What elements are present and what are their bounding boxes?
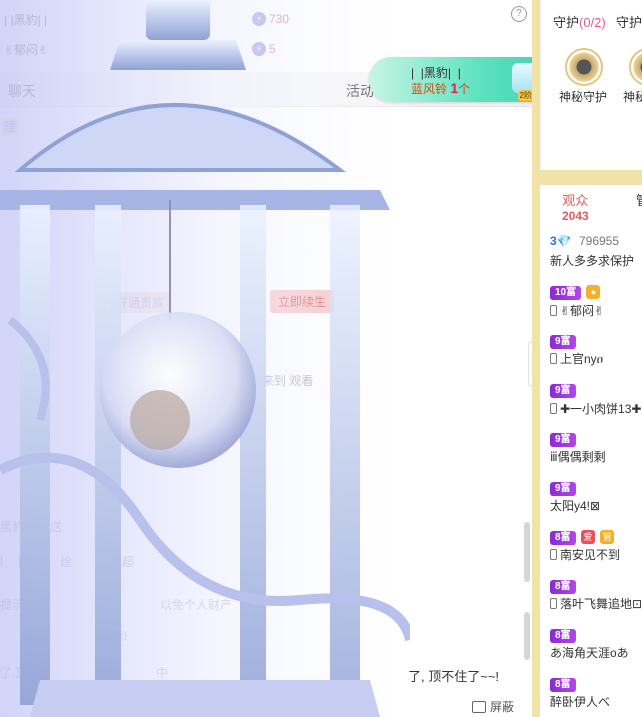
- scrollbar-thumb[interactable]: [524, 522, 530, 582]
- viewer-badges: 9富: [550, 382, 576, 398]
- viewer-badges: 8富 爱 管: [550, 529, 615, 545]
- chat-line: 送: [50, 520, 63, 534]
- rank-name: ✌郁闷✌: [4, 42, 49, 57]
- rank-value: 5: [269, 42, 276, 56]
- viewer-badges: 8富: [550, 627, 576, 643]
- chat-line: |的: [18, 555, 34, 569]
- rich-level-badge: 8富: [550, 531, 576, 545]
- viewer-item[interactable]: 3💎 796955: [550, 234, 619, 248]
- chat-panel: | |黑豹| | ⚡ 730 ✌郁闷✌ ⚡ 5 ? 聊天 活动 理 开通贵族 立…: [0, 0, 532, 717]
- rank-name: | |黑豹| |: [4, 12, 48, 27]
- chat-line: 黑豹: [0, 520, 25, 534]
- rank-row[interactable]: ✌郁闷✌: [4, 38, 48, 60]
- gift-level-tag: 2阶: [517, 90, 532, 101]
- chat-tag: 理: [2, 118, 19, 135]
- viewer-item[interactable]: ✌郁闷✌: [550, 302, 604, 319]
- viewer-badges: 8富: [550, 578, 576, 594]
- love-badge-icon: 爱: [580, 529, 595, 544]
- rich-level-badge: 9富: [550, 482, 576, 496]
- rank-value: 730: [269, 12, 290, 26]
- chat-tag[interactable]: 开通贵族: [110, 292, 171, 313]
- manager-badge-icon: 管: [600, 529, 615, 544]
- tab-chat[interactable]: 聊天: [8, 81, 36, 101]
- guard-slot-label: 神秘守护: [559, 90, 608, 104]
- viewer-item[interactable]: 上官nyዐ: [550, 350, 603, 367]
- chat-line: |: [0, 553, 4, 567]
- tab-managers[interactable]: 管: [636, 190, 642, 209]
- viewer-item[interactable]: あ海角天涯oあ: [550, 644, 629, 661]
- gift-sender: | |黑豹| |: [411, 66, 461, 80]
- gift-info: 蓝风铃 1个: [411, 80, 471, 96]
- chat-line: 至超: [110, 555, 135, 569]
- chat-line: 玩!: [112, 629, 128, 643]
- guard-slot-label: 神秘: [623, 90, 642, 104]
- guard-tab-2[interactable]: 守护: [616, 12, 642, 31]
- viewer-id: 796955: [578, 234, 620, 248]
- viewer-badges: 9富: [550, 431, 576, 447]
- rich-level-badge: 10富: [550, 286, 582, 300]
- guard-title[interactable]: 守护(0/2): [553, 12, 606, 31]
- renew-button[interactable]: 立即续生: [270, 290, 335, 313]
- danmu-icon: [472, 700, 486, 713]
- guard-card: 守护(0/2) 守护 神秘守护 神秘: [540, 0, 642, 170]
- rank-row[interactable]: | |黑豹| |: [4, 8, 47, 30]
- chat-line: 以免个人财产: [160, 598, 233, 612]
- mobile-icon: [550, 403, 557, 414]
- viewer-item[interactable]: 落叶飞舞追地⊡: [550, 595, 642, 612]
- viewer-badges: 10富 ●: [550, 284, 601, 300]
- chat-line: 提示: [0, 598, 25, 612]
- viewer-badges: 9富: [550, 480, 576, 496]
- guard-avatar[interactable]: [629, 48, 642, 86]
- viewer-badges: 9富: [550, 333, 576, 349]
- chat-message: 了, 顶不住了~~!: [408, 669, 500, 684]
- guard-avatar[interactable]: [565, 48, 603, 86]
- viewer-badges: 8富: [550, 676, 576, 692]
- mobile-icon: [550, 598, 557, 609]
- mobile-icon: [550, 549, 557, 560]
- rank-score: ⚡ 5: [252, 38, 276, 60]
- rich-level-badge: 8富: [550, 678, 576, 692]
- viewer-item[interactable]: 南安见不到: [550, 546, 620, 563]
- mobile-icon: [550, 305, 557, 316]
- viewer-item[interactable]: ✚一小肉饼13✚: [550, 400, 641, 417]
- lightning-icon: ⚡: [252, 42, 266, 56]
- fan-badge-icon: ●: [586, 284, 601, 299]
- wind-chime-icon: [512, 63, 532, 93]
- rank-score: ⚡ 730: [252, 8, 289, 30]
- chat-line: 来到 观看: [262, 374, 314, 388]
- rich-level-badge: 9富: [550, 384, 576, 398]
- mobile-icon: [550, 353, 557, 364]
- lightning-icon: ⚡: [252, 12, 266, 26]
- viewer-name: 新人多多求保护: [550, 254, 635, 268]
- gift-announcement-banner[interactable]: | |黑豹| | 蓝风铃 1个 2阶: [369, 57, 532, 102]
- help-icon[interactable]: ?: [511, 6, 527, 22]
- viewer-item[interactable]: ⅲ偶偶剩剩: [550, 448, 606, 465]
- scrollbar-thumb[interactable]: [524, 612, 530, 660]
- rich-level-badge: 8富: [550, 629, 576, 643]
- viewer-item[interactable]: 醉卧伊人べ: [550, 693, 610, 710]
- block-danmu-button[interactable]: 屏蔽: [472, 698, 514, 715]
- rich-level-badge: 9富: [550, 335, 576, 349]
- rich-level-badge: 8富: [550, 580, 576, 594]
- rich-level-badge: 9富: [550, 433, 576, 447]
- chat-line: 绘: [60, 555, 73, 569]
- audience-count: 2043: [562, 209, 589, 223]
- diamond-level-badge: 3💎: [550, 234, 572, 248]
- tab-audience[interactable]: 观众 2043: [562, 190, 589, 223]
- viewer-item[interactable]: 太阳y4!⊠: [550, 497, 600, 514]
